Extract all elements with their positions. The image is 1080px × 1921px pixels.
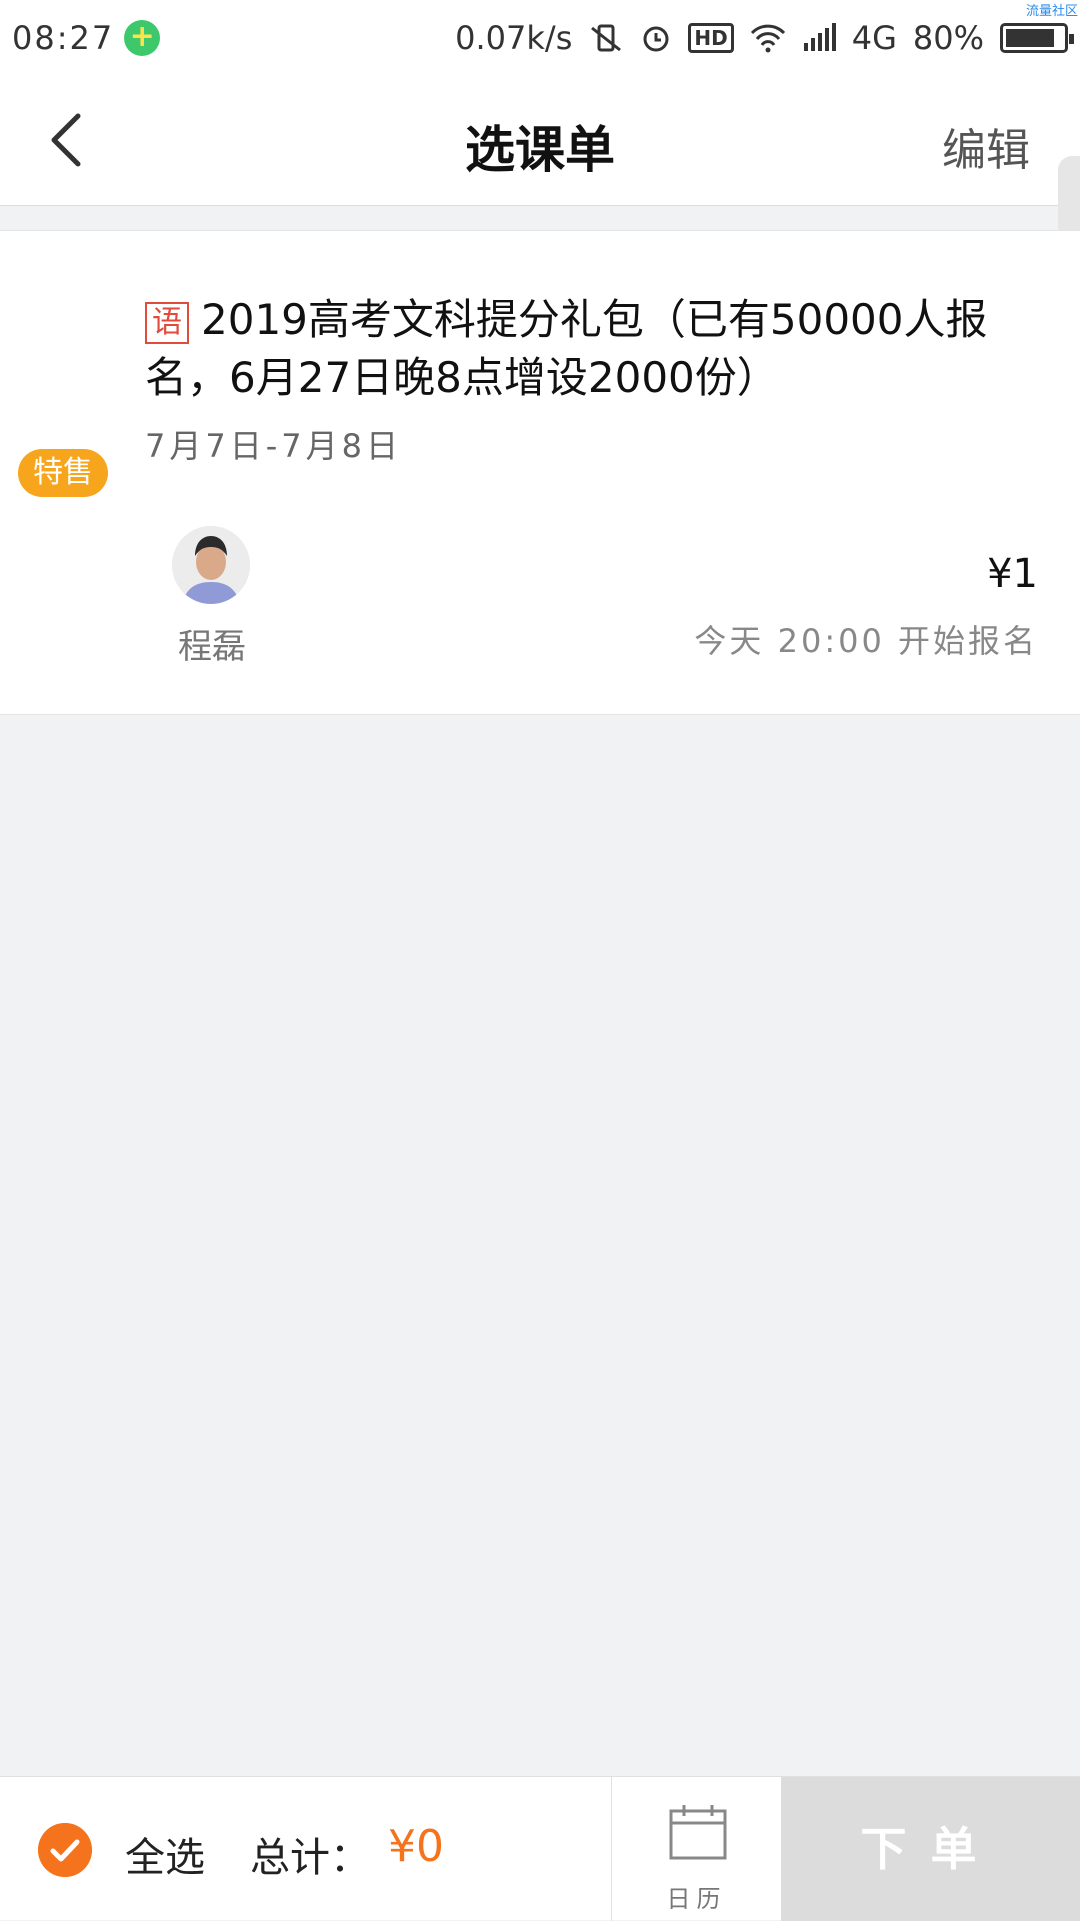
enroll-time: 今天 20:00 开始报名 (694, 622, 1038, 660)
network-type: 4G (851, 19, 897, 57)
course-card[interactable]: 语 2019高考文科提分礼包（已有50000人报名，6月27日晚8点增设2000份… (0, 230, 1080, 715)
watermark: 流量社区 (1025, 4, 1078, 19)
subject-tag: 语 (145, 301, 189, 344)
course-price: ¥1 (987, 551, 1038, 597)
status-bar: 08:27 + 0.07k/s HD 4G 80% 流量社区 (0, 0, 1080, 76)
place-order-button[interactable]: 下单 (781, 1777, 1080, 1921)
bottom-bar: 全选 总计： ¥0 日历 下单 (0, 1776, 1080, 1921)
vibrate-off-icon (591, 24, 622, 52)
calendar-label: 日历 (666, 1885, 727, 1913)
total-label: 总计： (250, 1835, 370, 1881)
calendar-icon (669, 1805, 727, 1860)
course-title: 2019高考文科提分礼包（已有50000人报名，6月27日晚8点增设2000份） (145, 295, 988, 402)
hd-icon: HD (688, 23, 734, 53)
course-date-range: 7月7日-7月8日 (145, 427, 402, 465)
edit-button[interactable]: 编辑 (942, 114, 1030, 178)
select-all-label[interactable]: 全选 (125, 1825, 205, 1883)
app-notification-icon: + (124, 20, 161, 56)
page-title: 选课单 (465, 121, 615, 179)
special-sale-badge: 特售 (18, 449, 108, 497)
total-value: ¥0 (388, 1821, 444, 1872)
net-speed: 0.07k/s (455, 19, 573, 57)
battery-icon (1000, 23, 1074, 53)
teacher-avatar[interactable] (172, 526, 250, 604)
signal-icon (803, 23, 836, 51)
calendar-button[interactable]: 日历 (611, 1777, 781, 1921)
course-title-block: 语 2019高考文科提分礼包（已有50000人报名，6月27日晚8点增设2000份… (145, 291, 1015, 407)
status-right-group: 0.07k/s HD 4G 80% (455, 19, 1074, 57)
teacher-avatar-image (172, 526, 250, 604)
teacher-name: 程磊 (178, 627, 246, 667)
battery-percent: 80% (912, 19, 984, 57)
alarm-icon (643, 26, 669, 52)
status-time: 08:27 (12, 19, 115, 57)
nav-bar: 选课单 编辑 (0, 76, 1080, 416)
select-all-checkbox[interactable] (38, 1823, 92, 1877)
wifi-icon (750, 24, 785, 53)
